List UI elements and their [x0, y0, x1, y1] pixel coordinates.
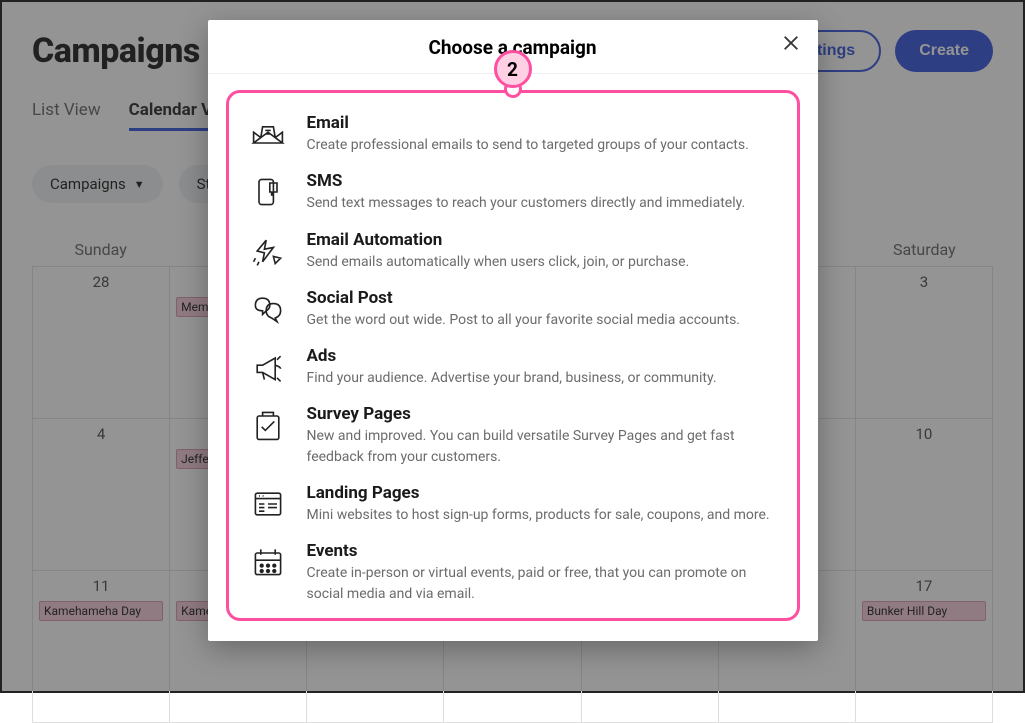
campaign-option-landing[interactable]: Landing PagesMini websites to host sign-…: [247, 483, 779, 525]
email-icon: [247, 113, 289, 155]
option-text: Email AutomationSend emails automaticall…: [307, 230, 690, 272]
campaign-option-ads[interactable]: AdsFind your audience. Advertise your br…: [247, 346, 779, 388]
step-badge: 2: [494, 50, 532, 88]
ads-icon: [247, 346, 289, 388]
option-title: Social Post: [307, 288, 741, 308]
option-text: AdsFind your audience. Advertise your br…: [307, 346, 717, 388]
events-icon: [247, 541, 289, 583]
campaign-option-sms[interactable]: SMSSend text messages to reach your cust…: [247, 171, 779, 213]
option-desc: Send emails automatically when users cli…: [307, 252, 690, 272]
option-text: SMSSend text messages to reach your cust…: [307, 171, 746, 213]
close-button[interactable]: [782, 34, 800, 56]
option-title: SMS: [307, 171, 746, 191]
campaign-option-automation[interactable]: Email AutomationSend emails automaticall…: [247, 230, 779, 272]
survey-icon: [247, 404, 289, 446]
option-title: Ads: [307, 346, 717, 366]
option-title: Survey Pages: [307, 404, 779, 424]
option-text: EmailCreate professional emails to send …: [307, 113, 749, 155]
option-desc: Mini websites to host sign-up forms, pro…: [307, 505, 770, 525]
option-text: Survey PagesNew and improved. You can bu…: [307, 404, 779, 467]
option-title: Email: [307, 113, 749, 133]
option-desc: New and improved. You can build versatil…: [307, 426, 779, 467]
option-title: Events: [307, 541, 779, 561]
sms-icon: [247, 171, 289, 213]
landing-icon: [247, 483, 289, 525]
close-icon: [782, 34, 800, 52]
campaign-option-survey[interactable]: Survey PagesNew and improved. You can bu…: [247, 404, 779, 467]
option-text: EventsCreate in-person or virtual events…: [307, 541, 779, 604]
campaign-options: EmailCreate professional emails to send …: [226, 90, 800, 621]
option-desc: Get the word out wide. Post to all your …: [307, 310, 741, 330]
option-desc: Send text messages to reach your custome…: [307, 193, 746, 213]
automation-icon: [247, 230, 289, 272]
option-title: Email Automation: [307, 230, 690, 250]
option-desc: Find your audience. Advertise your brand…: [307, 368, 717, 388]
campaign-option-events[interactable]: EventsCreate in-person or virtual events…: [247, 541, 779, 604]
campaign-option-social[interactable]: Social PostGet the word out wide. Post t…: [247, 288, 779, 330]
choose-campaign-modal: Choose a campaign 2 EmailCreate professi…: [208, 20, 818, 641]
option-text: Landing PagesMini websites to host sign-…: [307, 483, 770, 525]
option-desc: Create professional emails to send to ta…: [307, 135, 749, 155]
campaign-option-email[interactable]: EmailCreate professional emails to send …: [247, 113, 779, 155]
option-text: Social PostGet the word out wide. Post t…: [307, 288, 741, 330]
option-desc: Create in-person or virtual events, paid…: [307, 563, 779, 604]
option-title: Landing Pages: [307, 483, 770, 503]
social-icon: [247, 288, 289, 330]
